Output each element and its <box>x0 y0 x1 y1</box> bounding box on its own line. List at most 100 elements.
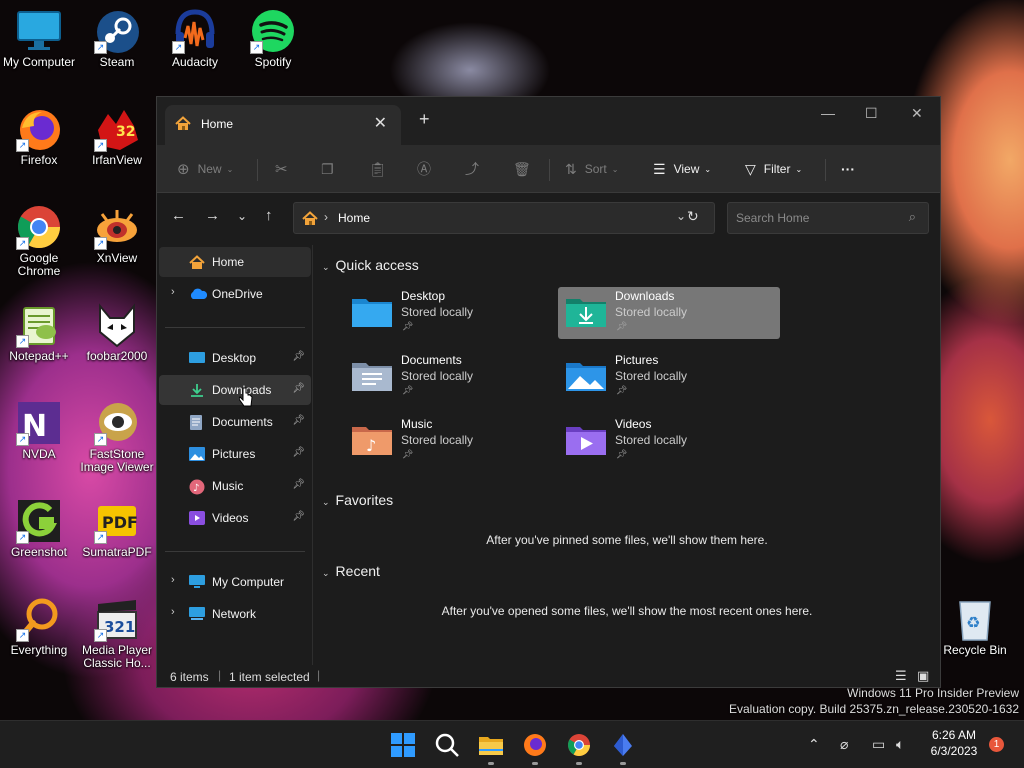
quick-access-item-downloads[interactable]: Downloads Stored locally 📌︎ <box>558 287 780 339</box>
details-view-icon[interactable]: ☰ <box>895 668 907 684</box>
desktop-icon-irfanview[interactable]: 32 ↗ IrfanView <box>78 106 156 167</box>
taskbar-app[interactable] <box>610 732 636 765</box>
paste-icon[interactable]: 📋︎ <box>369 145 387 193</box>
sidebar-item-desktop[interactable]: Desktop 📌︎ <box>159 343 311 373</box>
sidebar-item-label: Music <box>212 479 244 493</box>
maximize-icon[interactable]: ☐ <box>865 105 878 122</box>
svg-text:♻: ♻ <box>966 613 980 632</box>
sidebar-item-onedrive[interactable]: › OneDrive <box>159 279 311 309</box>
desktop-icon-label: Media Player Classic Ho... <box>81 643 153 670</box>
chevron-down-icon: ⌄ <box>322 568 330 578</box>
filter-icon: ▽ <box>745 160 756 177</box>
taskbar-firefox[interactable] <box>522 732 548 765</box>
chevron-down-icon: ⌄ <box>322 497 330 507</box>
desktop-icon-faststone[interactable]: ↗ FastStone Image Viewer <box>78 400 156 474</box>
back-arrow-icon[interactable]: ← <box>171 207 186 224</box>
sidebar-item-documents[interactable]: Documents 📌︎ <box>159 407 311 437</box>
section-title: Quick access <box>335 257 419 273</box>
shortcut-arrow-icon: ↗ <box>250 41 263 54</box>
desktop-icon-firefox[interactable]: ↗ Firefox <box>0 106 78 167</box>
view-button[interactable]: ☰ View ⌄ <box>653 145 711 193</box>
section-title: Recent <box>335 563 380 579</box>
sort-button[interactable]: ⇅ Sort ⌄ <box>565 145 618 193</box>
copy-icon[interactable]: ❐ <box>321 145 334 193</box>
sidebar-item-home[interactable]: Home <box>159 247 311 277</box>
rename-icon[interactable]: Ⓐ <box>417 145 431 193</box>
desktop-icon-sumatrapdf[interactable]: PDF ↗ SumatraPDF <box>78 498 156 559</box>
sidebar-item-pictures[interactable]: Pictures 📌︎ <box>159 439 311 469</box>
new-button[interactable]: ⊕ New ⌄ <box>177 145 233 193</box>
refresh-icon[interactable]: ↻ <box>687 208 699 225</box>
search-box[interactable]: Search Home ⌕ <box>727 202 929 234</box>
more-options-button[interactable]: ··· <box>841 145 855 193</box>
network-disconnected-icon[interactable]: ⌀ <box>840 736 848 753</box>
up-arrow-icon[interactable]: ↑ <box>265 207 273 224</box>
address-dropdown-chevron-icon[interactable]: ⌄ <box>676 209 686 223</box>
taskbar-chrome[interactable] <box>566 732 592 765</box>
taskbar: ⌃ ⌀ ▭ 🔈︎ 6:26 AM 6/3/2023 1 <box>0 720 1024 768</box>
sort-icon: ⇅ <box>565 160 577 177</box>
cut-icon[interactable]: ✂ <box>275 145 288 193</box>
desktop-icon-recycle-bin[interactable]: ♻ Recycle Bin <box>936 596 1014 657</box>
filter-button[interactable]: ▽ Filter ⌄ <box>745 145 802 193</box>
expand-chevron-icon[interactable]: › <box>171 574 175 586</box>
music-folder-icon: ♪ <box>350 423 394 457</box>
pin-icon: 📌︎ <box>292 383 305 394</box>
music-icon: ♪ <box>189 479 205 495</box>
desktop-icon-nvda[interactable]: N ↗ NVDA <box>0 400 78 461</box>
sidebar-item-music[interactable]: ♪ Music 📌︎ <box>159 471 311 501</box>
expand-chevron-icon[interactable]: › <box>171 286 175 298</box>
quick-access-header[interactable]: ⌄ Quick access <box>322 257 419 273</box>
desktop-icon-mpc-hc[interactable]: 321 ↗ Media Player Classic Ho... <box>78 596 156 670</box>
share-icon[interactable]: ⤴ <box>465 145 479 193</box>
volume-icon[interactable]: 🔈︎ <box>896 736 904 753</box>
recent-locations-chevron-icon[interactable]: ⌄ <box>237 209 247 223</box>
sidebar-item-network[interactable]: › Network <box>159 599 311 629</box>
quick-access-item-music[interactable]: ♪ Music Stored locally 📌︎ <box>344 415 566 467</box>
desktop-icon-my-computer[interactable]: My Computer <box>0 8 78 69</box>
close-tab-icon[interactable]: ✕ <box>374 113 387 133</box>
recent-header[interactable]: ⌄ Recent <box>322 563 380 579</box>
quick-access-item-documents[interactable]: Documents Stored locally 📌︎ <box>344 351 566 403</box>
desktop-icon-label: Steam <box>99 55 135 69</box>
desktop-icon-label: NVDA <box>22 447 56 461</box>
breadcrumb[interactable]: Home <box>338 211 370 225</box>
quick-access-item-desktop[interactable]: Desktop Stored locally 📌︎ <box>344 287 566 339</box>
quick-access-item-pictures[interactable]: Pictures Stored locally 📌︎ <box>558 351 780 403</box>
minimize-icon[interactable]: — <box>821 105 835 121</box>
clock-date: 6/3/2023 <box>930 744 978 758</box>
desktop-icon-steam[interactable]: ↗ Steam <box>78 8 156 69</box>
favorites-header[interactable]: ⌄ Favorites <box>322 492 393 508</box>
tab-home[interactable]: Home ✕ <box>165 105 401 145</box>
desktop-icon-greenshot[interactable]: ↗ Greenshot <box>0 498 78 559</box>
item-name: Music <box>401 417 433 431</box>
close-window-icon[interactable]: ✕ <box>911 105 923 122</box>
watermark-line-1: Windows 11 Pro Insider Preview <box>847 686 1019 700</box>
quick-access-item-videos[interactable]: Videos Stored locally 📌︎ <box>558 415 780 467</box>
desktop-icon-foobar2000[interactable]: foobar2000 <box>78 302 156 363</box>
desktop-icon-audacity[interactable]: ↗ Audacity <box>156 8 234 69</box>
show-hidden-icons-chevron-icon[interactable]: ⌃ <box>808 736 820 753</box>
running-indicator <box>488 762 494 765</box>
desktop-icon-everything[interactable]: ↗ Everything <box>0 596 78 657</box>
address-bar[interactable]: › Home ⌄ <box>293 202 715 234</box>
sidebar-item-my-computer[interactable]: › My Computer <box>159 567 311 597</box>
taskbar-file-explorer[interactable] <box>478 732 504 765</box>
new-tab-button[interactable]: + <box>419 109 430 130</box>
desktop-icon-notepadpp[interactable]: ↗ Notepad++ <box>0 302 78 363</box>
display-icon[interactable]: ▭ <box>872 736 885 753</box>
clock[interactable]: 6:26 AM 6/3/2023 <box>922 727 986 759</box>
desktop-icon-spotify[interactable]: ↗ Spotify <box>234 8 312 69</box>
search-taskbar-button[interactable] <box>434 732 460 758</box>
desktop-icon-xnview[interactable]: ↗ XnView <box>78 204 156 265</box>
sidebar-item-downloads[interactable]: Downloads 📌︎ <box>159 375 311 407</box>
start-button[interactable] <box>390 732 416 758</box>
forward-arrow-icon[interactable]: → <box>205 207 220 224</box>
expand-chevron-icon[interactable]: › <box>171 606 175 618</box>
tiles-view-icon[interactable]: ▣ <box>917 668 929 684</box>
notification-badge[interactable]: 1 <box>989 737 1004 752</box>
search-input[interactable]: Search Home <box>736 211 809 225</box>
sidebar-item-videos[interactable]: Videos 📌︎ <box>159 503 311 533</box>
desktop-icon-chrome[interactable]: ↗ Google Chrome <box>0 204 78 278</box>
delete-icon[interactable]: 🗑︎ <box>513 145 531 193</box>
